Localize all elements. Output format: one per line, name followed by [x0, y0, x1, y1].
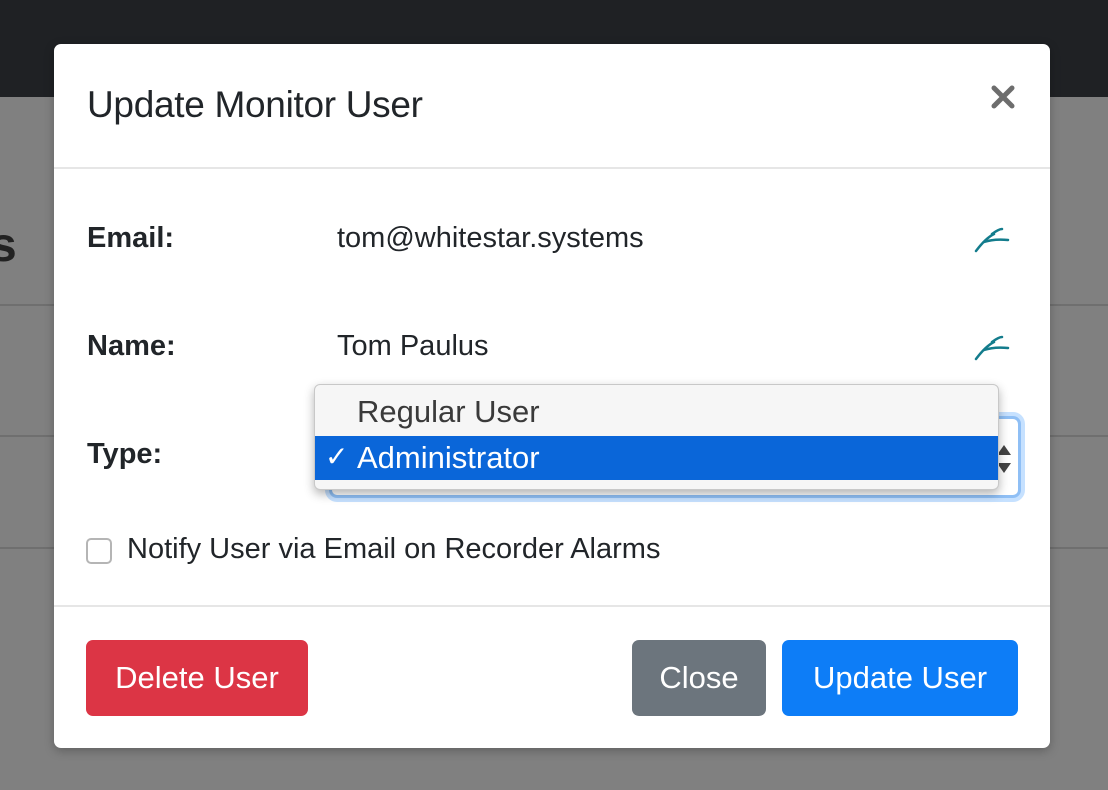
edit-name-icon[interactable] [972, 333, 1014, 363]
type-dropdown-menu: Regular User ✓ Administrator [314, 384, 999, 490]
name-value: Tom Paulus [337, 330, 489, 362]
type-label: Type: [87, 438, 163, 470]
option-label: Administrator [357, 440, 540, 475]
update-user-modal: Update Monitor User Email: tom@whitestar… [54, 44, 1050, 748]
notify-checkbox[interactable] [86, 538, 112, 564]
name-label: Name: [87, 330, 176, 362]
modal-header: Update Monitor User [54, 44, 1050, 169]
dropdown-option-regular-user[interactable]: Regular User [315, 390, 998, 434]
footer-divider [54, 605, 1050, 607]
background-heading-fragment: s [0, 219, 17, 272]
modal-title: Update Monitor User [87, 84, 423, 125]
checkmark-icon: ✓ [325, 440, 349, 473]
dropdown-option-administrator[interactable]: ✓ Administrator [315, 436, 998, 480]
option-label: Regular User [357, 394, 540, 429]
email-value: tom@whitestar.systems [337, 222, 644, 254]
close-button[interactable]: Close [632, 640, 766, 716]
delete-user-button[interactable]: Delete User [86, 640, 308, 716]
update-user-button[interactable]: Update User [782, 640, 1018, 716]
email-label: Email: [87, 222, 175, 254]
notify-checkbox-label[interactable]: Notify User via Email on Recorder Alarms [127, 533, 660, 566]
close-icon[interactable] [990, 84, 1016, 110]
edit-email-icon[interactable] [972, 225, 1014, 255]
